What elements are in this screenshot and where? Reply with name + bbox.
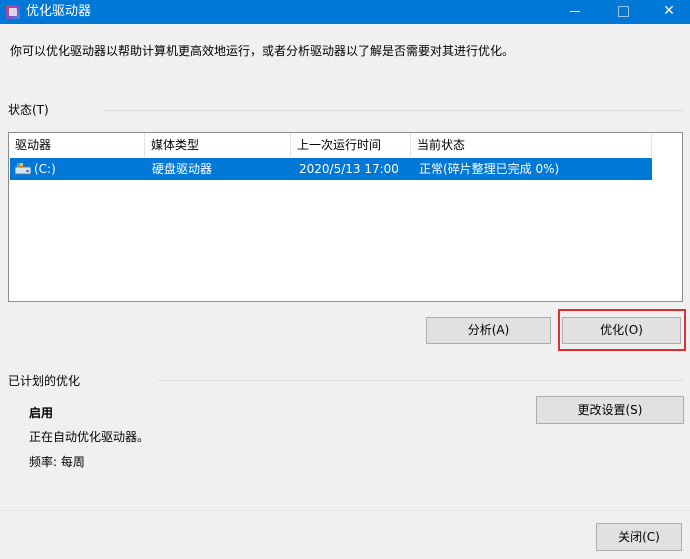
- close-button[interactable]: 关闭(C): [596, 523, 682, 551]
- scheduled-section-label: 已计划的优化: [8, 374, 81, 388]
- drive-name: (C:): [34, 162, 56, 176]
- minimize-button[interactable]: [552, 0, 598, 24]
- close-icon: ✕: [663, 3, 675, 19]
- description-text: 你可以优化驱动器以帮助计算机更高效地运行，或者分析驱动器以了解是否需要对其进行优…: [10, 44, 515, 58]
- schedule-state: 启用: [29, 406, 54, 420]
- minimize-icon: [570, 11, 580, 12]
- column-header-media-type[interactable]: 媒体类型: [145, 133, 291, 157]
- drive-current-status: 正常(碎片整理已完成 0%): [419, 162, 560, 176]
- drive-list[interactable]: 驱动器 媒体类型 上一次运行时间 当前状态 (C:) 硬盘驱动器 2020/5/…: [8, 132, 683, 302]
- status-section-label: 状态(T): [8, 103, 49, 117]
- scheduled-divider: [158, 380, 684, 381]
- column-header-current-status[interactable]: 当前状态: [411, 133, 652, 157]
- column-header-last-run[interactable]: 上一次运行时间: [291, 133, 411, 157]
- drive-last-run: 2020/5/13 17:00: [299, 162, 399, 176]
- window-title: 优化驱动器: [26, 4, 92, 19]
- drive-list-header: 驱动器 媒体类型 上一次运行时间 当前状态: [9, 133, 652, 157]
- drive-media-type: 硬盘驱动器: [152, 162, 213, 176]
- hard-drive-icon: [15, 163, 31, 175]
- maximize-button: [600, 0, 646, 24]
- drive-row-c[interactable]: (C:) 硬盘驱动器 2020/5/13 17:00 正常(碎片整理已完成 0%…: [10, 158, 652, 180]
- analyze-button[interactable]: 分析(A): [426, 317, 551, 344]
- schedule-info: 正在自动优化驱动器。: [29, 430, 150, 444]
- column-header-drive[interactable]: 驱动器: [9, 133, 145, 157]
- status-divider: [104, 110, 684, 111]
- title-bar[interactable]: 优化驱动器 ✕: [0, 0, 690, 24]
- bottom-bar: [0, 510, 690, 559]
- change-settings-button[interactable]: 更改设置(S): [536, 396, 684, 424]
- schedule-frequency: 频率: 每周: [29, 455, 85, 469]
- defrag-app-icon: [6, 5, 20, 19]
- close-window-button[interactable]: ✕: [646, 0, 690, 24]
- maximize-icon: [617, 6, 629, 17]
- optimize-highlight-box: [558, 309, 686, 351]
